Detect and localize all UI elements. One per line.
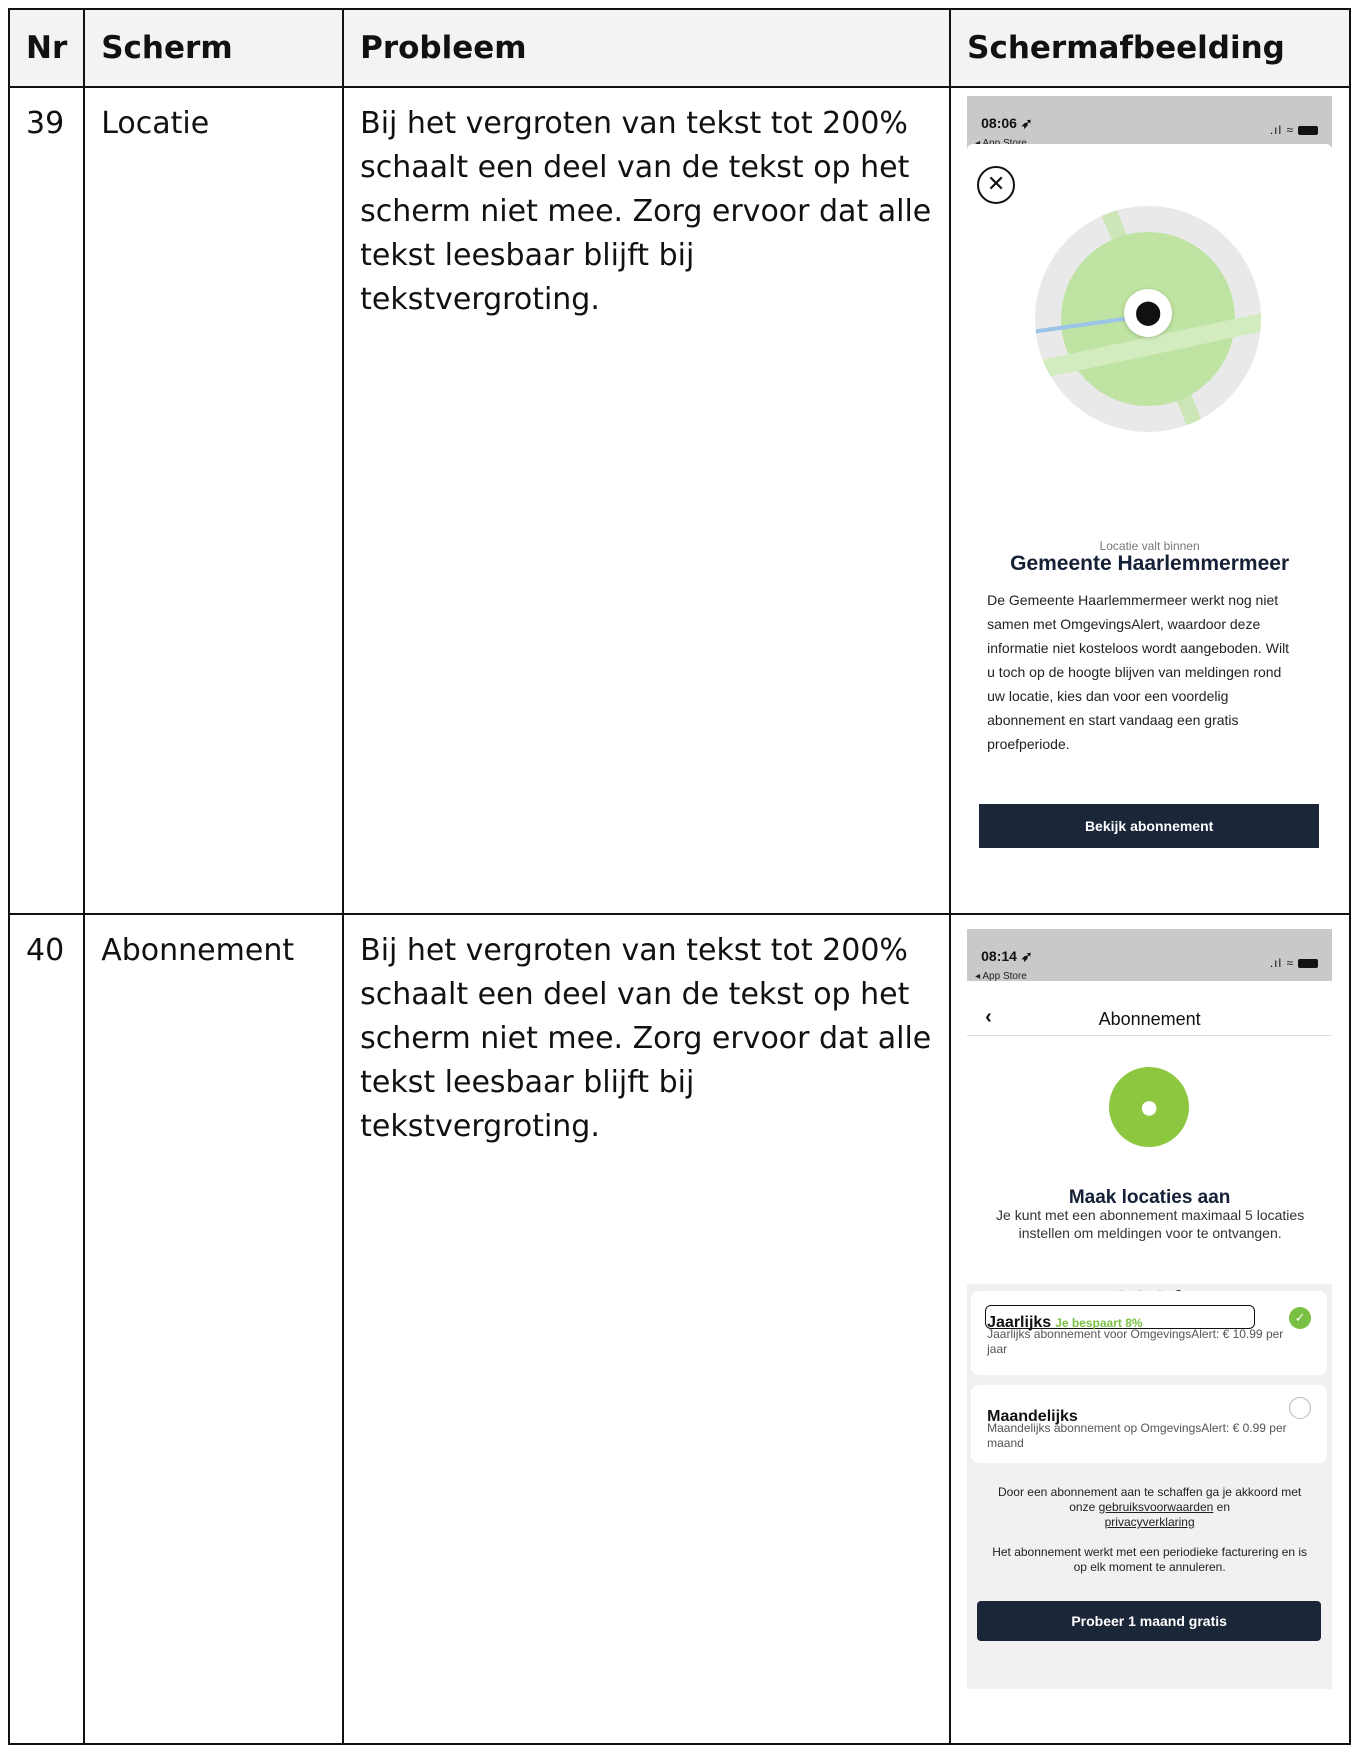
subscription-hero: ● Maak locaties aan Je kunt met een abon… [967,1036,1333,1299]
cell-nr: 40 [7,913,86,1745]
cell-probleem: Bij het vergroten van tekst tot 200% sch… [342,913,952,1745]
billing-text: Het abonnement werkt met een periodieke … [992,1545,1308,1574]
cell-probleem: Bij het vergroten van tekst tot 200% sch… [342,86,952,915]
sheet-top [967,144,1333,150]
privacy-link[interactable]: privacyverklaring [1105,1515,1195,1529]
location-pin-icon: ● [1109,1067,1190,1147]
status-icons: .ıl ≈ [1269,941,1319,985]
plan-yearly[interactable]: Jaarlijks Je bespaart 8% Jaarlijks abonne… [971,1291,1328,1375]
status-bar: 08:06 ➶ ◂ App Store .ıl ≈ [967,96,1333,149]
table-row: 39 Locatie Bij het vergroten van tekst t… [7,86,1351,915]
terms-link[interactable]: gebruiksvoorwaarden [1099,1500,1214,1514]
location-body: De Gemeente Haarlemmermeer werkt nog nie… [987,592,1290,752]
radio-button[interactable] [1289,1397,1312,1419]
nav-bar: ‹ Abonnement [967,981,1333,1036]
phone-screenshot-abonnement: 08:14 ➶ ◂ App Store .ıl ≈ ‹ Abonnement ●… [967,929,1333,1689]
plan-description: Maandelijks abonnement op OmgevingsAlert… [987,1421,1287,1450]
header-nr: Nr [7,8,86,88]
plan-monthly[interactable]: Maandelijks Maandelijks abonnement op Om… [971,1385,1328,1463]
battery-icon [1298,126,1319,136]
hero-text: Je kunt met een abonnement maximaal 5 lo… [996,1207,1305,1241]
cell-nr: 39 [7,86,86,915]
audit-table: Nr Scherm Probleem Schermafbeelding 39 L… [7,8,1351,1745]
plan-description: Jaarlijks abonnement voor OmgevingsAlert… [987,1327,1284,1356]
battery-icon [1298,959,1319,969]
map-circle: ⬤ [1035,206,1262,432]
location-pin-icon: ⬤ [1124,289,1173,337]
cell-screenshot: 08:06 ➶ ◂ App Store .ıl ≈ ✕ ⬤ Locatie va… [949,86,1351,915]
table-header-row: Nr Scherm Probleem Schermafbeelding [7,8,1351,88]
close-icon[interactable]: ✕ [977,166,1016,204]
terms-and: en [1216,1500,1231,1514]
status-bar: 08:14 ➶ ◂ App Store .ıl ≈ [967,929,1333,982]
signal-icon: .ıl [1269,956,1283,970]
table-row: 40 Abonnement Bij het vergroten van teks… [7,913,1351,1745]
wifi-icon: ≈ [1286,956,1295,970]
header-scherm: Scherm [83,8,345,88]
cell-scherm: Abonnement [83,913,345,1745]
cell-screenshot: 08:14 ➶ ◂ App Store .ıl ≈ ‹ Abonnement ●… [949,913,1351,1745]
try-free-button[interactable]: Probeer 1 maand gratis [977,1601,1322,1641]
location-title: Gemeente Haarlemmermeer [1010,552,1290,575]
nav-title: Abonnement [1098,1009,1201,1029]
header-probleem: Probleem [342,8,952,88]
signal-icon: .ıl [1269,123,1283,137]
header-schermafbeelding: Schermafbeelding [949,8,1351,88]
wifi-icon: ≈ [1286,123,1295,137]
phone-screenshot-locatie: 08:06 ➶ ◂ App Store .ıl ≈ ✕ ⬤ Locatie va… [967,96,1333,858]
check-icon[interactable]: ✓ [1289,1307,1312,1329]
cell-scherm: Locatie [83,86,345,915]
view-subscription-button[interactable]: Bekijk abonnement [979,804,1320,848]
terms-text: Door een abonnement aan te schaffen ga j… [987,1485,1312,1530]
